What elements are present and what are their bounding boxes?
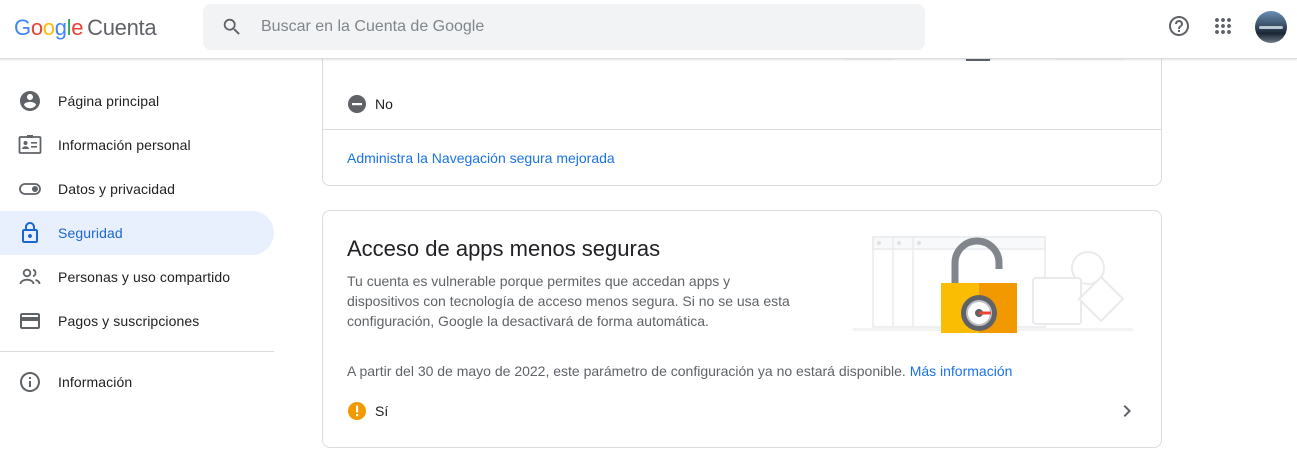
sidebar-item-label: Pagos y suscripciones	[58, 313, 200, 329]
google-wordmark: Google	[14, 15, 84, 40]
unlocked-padlock-illustration	[853, 236, 1133, 333]
disabled-circle-icon	[348, 95, 366, 113]
warning-icon	[348, 402, 366, 420]
sidebar-item-label: Datos y privacidad	[58, 181, 175, 197]
product-name: Cuenta	[87, 15, 157, 40]
sidebar-item-label: Seguridad	[58, 225, 123, 241]
sidebar: Página principal Información personal Da…	[0, 79, 274, 404]
lock-icon	[18, 221, 42, 245]
search-box[interactable]	[203, 4, 925, 50]
google-account-logo[interactable]: Google Cuenta	[14, 15, 157, 41]
sidebar-item-home[interactable]: Página principal	[0, 79, 274, 123]
less-secure-apps-setting-row[interactable]: Sí	[347, 399, 1139, 423]
safe-browsing-status: No	[347, 94, 393, 114]
sidebar-item-label: Información	[58, 374, 133, 390]
sidebar-item-label: Página principal	[58, 93, 160, 109]
sidebar-item-people-sharing[interactable]: Personas y uso compartido	[0, 255, 274, 299]
account-circle-icon	[18, 89, 42, 113]
sidebar-item-security[interactable]: Seguridad	[0, 211, 274, 255]
info-icon	[18, 370, 42, 394]
manage-safe-browsing-link[interactable]: Administra la Navegación segura mejorada	[347, 150, 615, 166]
card-divider	[323, 129, 1161, 130]
status-label: No	[375, 96, 393, 112]
more-info-link[interactable]: Más información	[910, 363, 1013, 379]
top-app-bar: Google Cuenta	[0, 0, 1297, 59]
status-label: Sí	[375, 403, 389, 419]
sidebar-item-personal-info[interactable]: Información personal	[0, 123, 274, 167]
toggle-icon	[18, 177, 42, 201]
sidebar-item-about[interactable]: Información	[0, 360, 274, 404]
sidebar-item-label: Información personal	[58, 137, 191, 153]
search-input[interactable]	[261, 4, 901, 50]
sidebar-item-payments[interactable]: Pagos y suscripciones	[0, 299, 274, 343]
card-title: Acceso de apps menos seguras	[347, 236, 661, 261]
notice-text: A partir del 30 de mayo de 2022, este pa…	[347, 363, 906, 379]
deprecation-notice: A partir del 30 de mayo de 2022, este pa…	[347, 363, 1012, 379]
sidebar-divider	[0, 351, 274, 352]
chevron-right-icon[interactable]	[1115, 399, 1139, 423]
less-secure-apps-card: Acceso de apps menos seguras Tu cuenta e…	[322, 210, 1162, 448]
help-icon[interactable]	[1167, 14, 1191, 38]
apps-grid-icon[interactable]	[1211, 14, 1235, 38]
sidebar-item-data-privacy[interactable]: Datos y privacidad	[0, 167, 274, 211]
credit-card-icon	[18, 309, 42, 333]
people-icon	[18, 265, 42, 289]
card-description: Tu cuenta es vulnerable porque permites …	[347, 273, 790, 329]
avatar[interactable]	[1255, 11, 1287, 43]
search-icon[interactable]	[221, 16, 243, 38]
sidebar-item-label: Personas y uso compartido	[58, 269, 231, 285]
id-card-icon	[18, 133, 42, 157]
